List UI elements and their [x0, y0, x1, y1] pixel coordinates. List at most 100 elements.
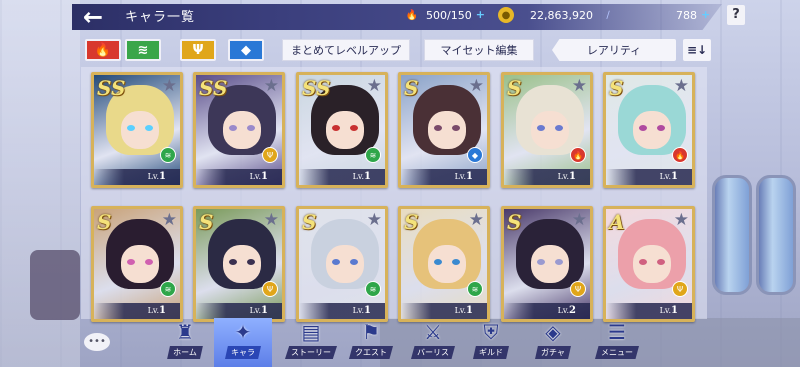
character-eye — [434, 259, 442, 265]
wind-icon: ≋ — [137, 42, 149, 58]
level-prefix: Lv. — [147, 306, 160, 315]
rarity-badge: SS — [302, 76, 331, 100]
element-wind-icon: ≋ — [365, 281, 381, 297]
character-face — [121, 245, 159, 283]
character-card[interactable]: S ★ ◆ Lv.1 — [398, 72, 490, 188]
character-face — [326, 245, 364, 283]
level-prefix: Lv. — [147, 172, 160, 181]
element-wind-icon: ≋ — [365, 147, 381, 163]
rarity-badge: SS — [199, 76, 228, 100]
character-card[interactable]: SS ★ Ψ Lv.1 — [193, 72, 285, 188]
character-card[interactable]: S ★ ≋ Lv.1 — [398, 206, 490, 322]
character-card[interactable]: S ★ 🔥 Lv.1 — [603, 72, 695, 188]
coin-counter: ● 22,863,920 — [498, 5, 593, 25]
nav-book[interactable]: ▤ ストーリー — [282, 318, 340, 367]
plus-icon[interactable]: + — [476, 9, 488, 21]
filter-fire-button[interactable]: 🔥 — [85, 39, 121, 61]
book-icon: ▤ — [301, 320, 321, 344]
bulk-levelup-button[interactable]: まとめてレベルアップ — [282, 39, 410, 61]
character-card[interactable]: S ★ ≋ Lv.1 — [91, 206, 183, 322]
level-label: Lv.1 — [94, 303, 180, 319]
character-eye — [350, 125, 358, 131]
rarity-badge: S — [302, 210, 317, 234]
level-label: Lv.1 — [504, 169, 590, 185]
character-eye — [657, 125, 665, 131]
gacha-icon: ◈ — [545, 320, 561, 344]
level-label: Lv.1 — [299, 169, 385, 185]
character-face — [428, 111, 466, 149]
character-icon: ✦ — [234, 320, 252, 344]
nav-label: ギルド — [473, 346, 509, 359]
help-button[interactable]: ? — [727, 5, 745, 25]
tower-icon: ♜ — [176, 320, 194, 344]
star-icon: ★ — [161, 76, 177, 96]
element-thunder-icon: Ψ — [262, 281, 278, 297]
element-fire-icon: 🔥 — [570, 147, 586, 163]
character-eye — [350, 259, 358, 265]
myset-edit-button[interactable]: マイセット編集 — [424, 39, 534, 61]
character-card[interactable]: A ★ Ψ Lv.1 — [603, 206, 695, 322]
sort-order-button[interactable]: ≡↓ — [683, 39, 711, 61]
character-eye — [247, 125, 255, 131]
character-face — [531, 245, 569, 283]
level-value: 1 — [671, 171, 678, 182]
stamina-counter: 🔥 500/150 + — [404, 5, 488, 25]
nav-gacha[interactable]: ◈ ガチャ — [524, 318, 582, 367]
rarity-sort-dropdown[interactable]: レアリティ — [552, 39, 676, 61]
level-value: 1 — [364, 171, 371, 182]
coin-value: 22,863,920 — [530, 8, 593, 22]
level-prefix: Lv. — [659, 306, 672, 315]
character-eye — [537, 125, 545, 131]
level-prefix: Lv. — [557, 172, 570, 181]
character-eye — [127, 125, 135, 131]
crystal-icon: ∕ — [606, 9, 610, 21]
character-card[interactable]: S ★ Ψ Lv.1 — [193, 206, 285, 322]
character-eye — [639, 259, 647, 265]
character-card[interactable]: S ★ ≋ Lv.1 — [296, 206, 388, 322]
character-card[interactable]: S ★ 🔥 Lv.1 — [501, 72, 593, 188]
flame-icon: 🔥 — [405, 9, 419, 21]
character-eye — [452, 259, 460, 265]
filter-thunder-button[interactable]: Ψ — [180, 39, 216, 61]
level-label: Lv.1 — [606, 169, 692, 185]
character-face — [223, 245, 261, 283]
character-eye — [434, 125, 442, 131]
character-face — [223, 111, 261, 149]
character-card[interactable]: SS ★ ≋ Lv.1 — [296, 72, 388, 188]
plus-icon[interactable]: + — [701, 9, 713, 21]
arrow-left-icon: ← — [82, 3, 104, 31]
element-wind-icon: ≋ — [160, 281, 176, 297]
character-eye — [555, 259, 563, 265]
nav-shield[interactable]: ⛨ ギルド — [462, 318, 520, 367]
lab-tank-right — [756, 175, 796, 295]
character-eye — [657, 259, 665, 265]
character-face — [326, 111, 364, 149]
filter-water-button[interactable]: ◆ — [228, 39, 264, 61]
character-eye — [537, 259, 545, 265]
nav-menu[interactable]: ☰ メニュー — [588, 318, 646, 367]
nav-swords[interactable]: ⚔ バーリス — [404, 318, 462, 367]
filter-wind-button[interactable]: ≋ — [125, 39, 161, 61]
character-card[interactable]: SS ★ ≋ Lv.1 — [91, 72, 183, 188]
element-wind-icon: ≋ — [467, 281, 483, 297]
level-value: 1 — [261, 305, 268, 316]
level-label: Lv.1 — [401, 303, 487, 319]
back-button[interactable]: ← — [76, 3, 110, 31]
star-icon: ★ — [571, 210, 587, 230]
star-icon: ★ — [263, 76, 279, 96]
character-eye — [639, 125, 647, 131]
star-icon: ★ — [263, 210, 279, 230]
nav-character[interactable]: ✦ キャラ — [214, 318, 272, 367]
rarity-badge: S — [609, 76, 624, 100]
star-icon: ★ — [161, 210, 177, 230]
nav-label: バーリス — [411, 346, 455, 359]
character-face — [121, 111, 159, 149]
character-card[interactable]: S ★ Ψ Lv.2 — [501, 206, 593, 322]
rarity-badge: S — [404, 210, 419, 234]
nav-quest[interactable]: ⚑ クエスト — [342, 318, 400, 367]
level-value: 1 — [466, 305, 473, 316]
chat-button[interactable]: ••• — [84, 333, 110, 351]
level-value: 1 — [261, 171, 268, 182]
page-title: キャラ一覧 — [125, 10, 196, 25]
nav-tower[interactable]: ♜ ホーム — [156, 318, 214, 367]
